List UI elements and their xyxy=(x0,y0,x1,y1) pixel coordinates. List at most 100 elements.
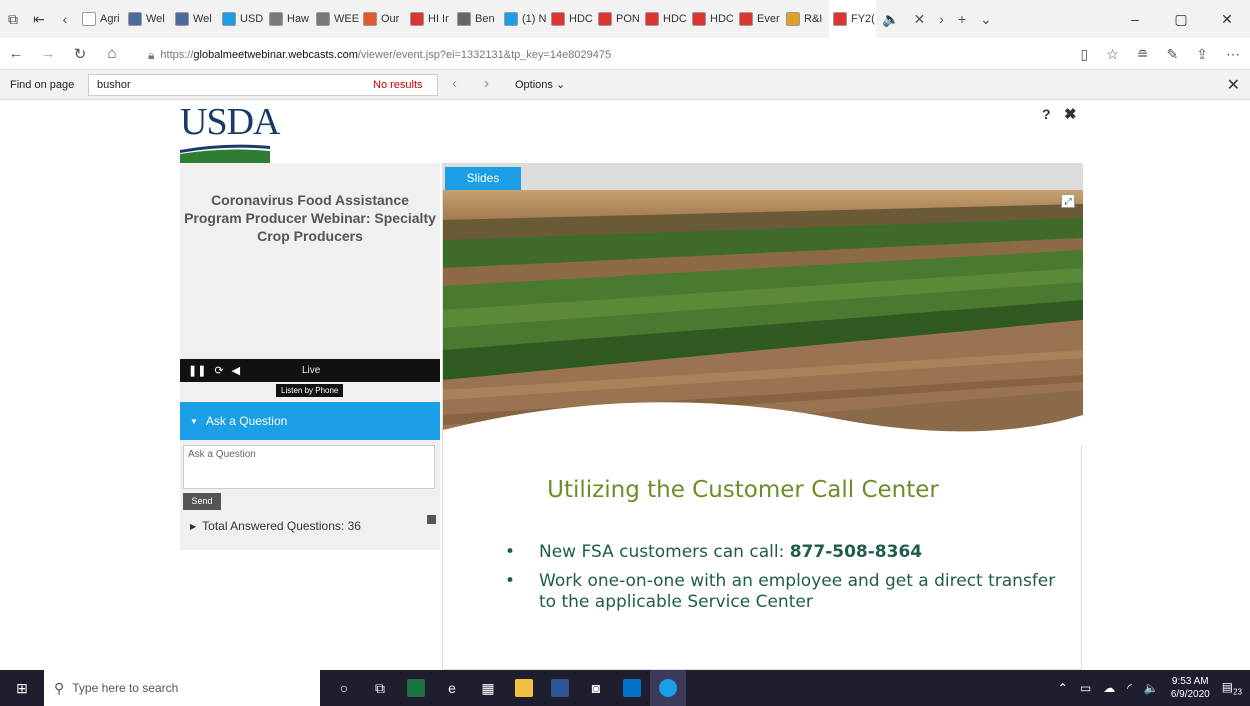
browser-tab[interactable]: USD xyxy=(218,0,265,38)
tab-strip-controls: 🔈 ✕ › + ⌄ xyxy=(882,11,992,28)
toolbar-right: ▯ ☆ ≘ ✎ ⇪ ⋯ xyxy=(1081,38,1250,70)
close-tab-icon[interactable]: ✕ xyxy=(913,11,925,28)
internet-explorer-icon[interactable]: e xyxy=(434,670,470,706)
file-explorer-icon[interactable] xyxy=(506,670,542,706)
reading-view-icon[interactable]: ▯ xyxy=(1081,46,1089,63)
camera-icon[interactable]: ◙ xyxy=(578,670,614,706)
notifications-icon[interactable]: ▤23 xyxy=(1222,680,1242,696)
find-next-icon[interactable]: › xyxy=(484,75,489,92)
edge-icon[interactable] xyxy=(650,670,686,706)
calculator-icon[interactable]: ▦ xyxy=(470,670,506,706)
url-prefix: https:// xyxy=(160,49,194,61)
tabs-scroll-left-icon[interactable]: ‹ xyxy=(52,0,78,38)
event-title: Coronavirus Food Assistance Program Prod… xyxy=(184,192,436,244)
slides-panel: Slides ⤢ Utilizing the Customer Call Cen… xyxy=(442,163,1083,670)
notification-count: 23 xyxy=(1233,687,1242,697)
reload-icon[interactable]: ⟳ xyxy=(214,364,223,377)
find-close-icon[interactable]: ✕ xyxy=(1227,75,1240,95)
outlook-icon[interactable] xyxy=(614,670,650,706)
favorites-list-icon[interactable]: ≘ xyxy=(1137,46,1149,63)
tab-favicon-icon xyxy=(363,12,377,26)
browser-tab[interactable]: Ever xyxy=(735,0,782,38)
tab-label: HDC xyxy=(569,13,593,25)
browser-tab[interactable]: FY2( xyxy=(829,0,876,38)
tab-label: Haw xyxy=(287,13,310,25)
tray-chevron-icon[interactable]: ⌃ xyxy=(1058,681,1068,695)
browser-tab[interactable]: HDC xyxy=(547,0,594,38)
tabs-scroll-right-icon[interactable]: › xyxy=(939,11,944,27)
browser-tab[interactable]: Wel xyxy=(124,0,171,38)
browser-tab[interactable]: Agri xyxy=(78,0,124,38)
tab-actions-icon[interactable]: ⧉ xyxy=(0,0,26,38)
tab-favicon-icon xyxy=(410,12,424,26)
farm-field-image xyxy=(443,190,1083,445)
search-icon: ⚲ xyxy=(54,679,65,696)
listen-by-phone-button[interactable]: Listen by Phone xyxy=(276,384,344,397)
browser-tab[interactable]: WEE xyxy=(312,0,359,38)
more-icon[interactable]: ⋯ xyxy=(1226,46,1240,63)
volume-icon[interactable]: ◀ xyxy=(232,364,240,377)
favorite-star-icon[interactable]: ☆ xyxy=(1106,46,1119,63)
popout-icon[interactable] xyxy=(427,515,436,524)
refresh-icon[interactable]: ↻ xyxy=(64,45,96,63)
tab-audio-icon[interactable]: 🔈 xyxy=(882,11,899,28)
tab-favicon-icon xyxy=(457,12,471,26)
taskbar-search[interactable]: ⚲ Type here to search xyxy=(44,670,320,706)
home-icon[interactable]: ⌂ xyxy=(96,45,128,62)
windows-taskbar: ⊞ ⚲ Type here to search ○ ⧉ e ▦ ◙ ⌃ ▭ ☁ … xyxy=(0,670,1250,706)
set-aside-tabs-icon[interactable]: ⇤ xyxy=(26,0,52,38)
tab-label: R&I xyxy=(804,13,823,25)
share-icon[interactable]: ⇪ xyxy=(1196,46,1208,63)
cortana-icon[interactable]: ○ xyxy=(326,670,362,706)
wifi-icon[interactable]: ◜ xyxy=(1127,681,1132,695)
pause-icon[interactable]: ❚❚ xyxy=(188,364,206,377)
browser-tab[interactable]: HDC xyxy=(688,0,735,38)
browser-tab[interactable]: (1) N xyxy=(500,0,547,38)
clock-time: 9:53 AM xyxy=(1171,676,1209,687)
tab-label: HI Ir xyxy=(428,13,449,25)
battery-icon[interactable]: ▭ xyxy=(1080,681,1091,695)
forward-icon[interactable]: → xyxy=(32,45,64,62)
logo-fields-graphic xyxy=(180,144,270,164)
help-button[interactable]: ? xyxy=(1042,106,1051,122)
onedrive-icon[interactable]: ☁ xyxy=(1103,681,1115,695)
tab-preview-chevron-icon[interactable]: ⌄ xyxy=(980,11,992,28)
tab-label: Ever xyxy=(757,13,780,25)
pen-icon[interactable]: ✎ xyxy=(1167,46,1179,63)
send-button[interactable]: Send xyxy=(183,493,221,510)
tab-slides[interactable]: Slides xyxy=(445,167,521,190)
live-indicator: Live xyxy=(302,365,321,376)
windows-start-icon[interactable]: ⊞ xyxy=(0,670,44,706)
answered-questions-toggle[interactable]: ▶ Total Answered Questions: 36 xyxy=(190,519,361,533)
browser-tab[interactable]: Haw xyxy=(265,0,312,38)
browser-tab[interactable]: R&I xyxy=(782,0,829,38)
word-icon[interactable] xyxy=(542,670,578,706)
find-options-button[interactable]: Options ⌄ xyxy=(515,78,565,91)
clock[interactable]: 9:53 AM 6/9/2020 xyxy=(1171,675,1210,701)
logo-text: USDA xyxy=(180,101,280,143)
find-previous-icon[interactable]: ‹ xyxy=(452,75,457,92)
ask-question-header[interactable]: ▼ Ask a Question xyxy=(180,402,440,440)
tab-favicon-icon xyxy=(82,12,96,26)
browser-tab[interactable]: Wel xyxy=(171,0,218,38)
task-view-icon[interactable]: ⧉ xyxy=(362,670,398,706)
browser-tab[interactable]: Our xyxy=(359,0,406,38)
browser-tab[interactable]: HDC xyxy=(641,0,688,38)
caret-down-icon: ▼ xyxy=(190,416,198,426)
browser-tab[interactable]: HI Ir xyxy=(406,0,453,38)
url-path: /viewer/event.jsp?ei=1332131&tp_key=14e8… xyxy=(357,49,612,61)
fullscreen-icon[interactable]: ⤢ xyxy=(1061,194,1075,208)
volume-tray-icon[interactable]: 🔈 xyxy=(1144,681,1159,695)
restore-icon[interactable]: ▢ xyxy=(1158,11,1204,28)
close-window-icon[interactable]: ✕ xyxy=(1204,11,1250,28)
browser-tab[interactable]: PON xyxy=(594,0,641,38)
browser-tab[interactable]: Ben xyxy=(453,0,500,38)
back-icon[interactable]: ← xyxy=(0,45,32,62)
new-tab-icon[interactable]: + xyxy=(958,11,966,27)
close-viewer-button[interactable]: ✖ xyxy=(1064,105,1077,123)
tab-strip: Agri Wel Wel USD Haw WEE Our HI Ir Ben (1) N HDC PO… xyxy=(78,0,876,38)
question-input[interactable]: Ask a Question xyxy=(183,445,435,489)
minimize-icon[interactable]: – xyxy=(1112,11,1158,27)
excel-icon[interactable] xyxy=(398,670,434,706)
url-field[interactable]: 🔒︎ https://globalmeetwebinar.webcasts.co… xyxy=(148,46,1048,64)
